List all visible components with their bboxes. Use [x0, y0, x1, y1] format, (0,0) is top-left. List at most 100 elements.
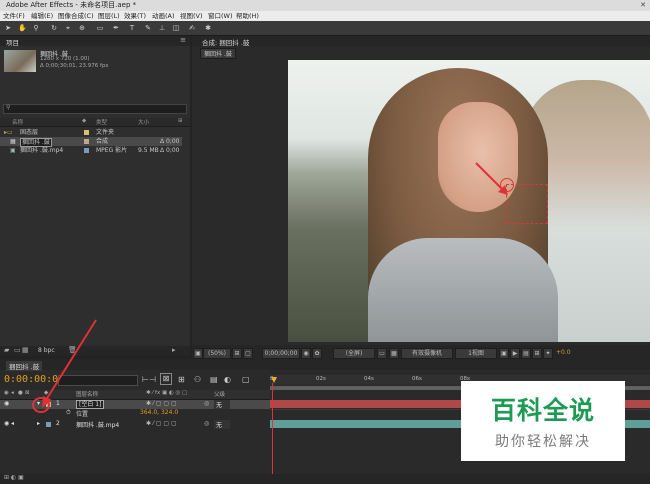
pen-tool-icon[interactable]: ✒	[112, 24, 120, 32]
timeline-icon[interactable]: ▤	[521, 348, 531, 359]
menu-edit[interactable]: 编辑(E)	[31, 11, 53, 21]
snapshot-icon[interactable]: ◉	[301, 348, 311, 359]
row-name: 固态层	[20, 129, 39, 136]
label-color	[84, 148, 89, 153]
label-icon[interactable]: ◆	[82, 118, 86, 124]
camera-dropdown[interactable]: 有效摄像机	[401, 348, 453, 359]
roto-tool-icon[interactable]: ✍	[188, 24, 196, 32]
draft-3d-icon[interactable]: ⊞	[178, 375, 185, 384]
flowchart-icon[interactable]: ⊞	[178, 118, 183, 124]
fast-preview-icon[interactable]: ▶	[510, 348, 520, 359]
project-search-input[interactable]: ⚲	[3, 104, 187, 114]
transparency-grid-icon[interactable]: ▦	[389, 348, 399, 359]
visibility-icon[interactable]: ◉	[4, 400, 9, 407]
layer-name[interactable]: 捆回抖 .鼓.mp4	[76, 420, 119, 429]
comp-viewer-image[interactable]	[288, 60, 650, 342]
audio-icon[interactable]: ◂	[11, 420, 14, 427]
selection-tool-icon[interactable]: ➤	[4, 24, 12, 32]
comp-subtab[interactable]: 捆回抖 .鼓	[200, 48, 236, 59]
composition-icon: ▦	[10, 138, 16, 145]
project-tab[interactable]: 项目	[6, 37, 19, 47]
project-row-comp[interactable]: ▦ 捆回抖 .鼓 合成 Δ 0;00	[0, 137, 182, 147]
resolution-dropdown[interactable]: (全屏)	[333, 348, 375, 359]
stamp-tool-icon[interactable]: ⊥	[158, 24, 166, 32]
project-row-folder[interactable]: ▸▭ 固态层 文件夹	[0, 128, 182, 137]
property-value[interactable]: 364.0, 324.0	[140, 409, 178, 416]
channel-icon[interactable]: ✿	[312, 348, 322, 359]
parent-pickwhip-icon[interactable]: ◎	[204, 400, 209, 407]
parent-dropdown[interactable]: 无	[214, 420, 231, 429]
exposure-value[interactable]: +0.0	[556, 349, 571, 356]
rotate-tool-icon[interactable]: ↻	[50, 24, 58, 32]
frame-blending-icon[interactable]: ▤	[210, 375, 218, 384]
text-tool-icon[interactable]: T	[128, 24, 136, 32]
menu-composition[interactable]: 图像合成(C)	[58, 11, 94, 21]
col-size[interactable]: 大小	[138, 118, 149, 126]
graph-editor-icon[interactable]: ▢	[242, 375, 250, 384]
parent-pickwhip-icon[interactable]: ◎	[204, 420, 209, 427]
menu-file[interactable]: 文件(F)	[3, 11, 25, 21]
puppet-tool-icon[interactable]: ✱	[204, 24, 212, 32]
comp-mini-flowchart-icon[interactable]: ⊢⊣	[142, 375, 156, 384]
magnification-dropdown[interactable]: (50%)	[203, 348, 231, 359]
pan-behind-tool-icon[interactable]: ⊕	[78, 24, 86, 32]
mask-tool-icon[interactable]: ▭	[96, 24, 104, 32]
comp-tab[interactable]: 合成: 捆回抖 .鼓	[202, 37, 249, 47]
watermark-box: 百科全说 助你轻松解决	[461, 381, 625, 461]
audio-column-icon: ◂	[11, 390, 14, 396]
project-panel-header: 项目 ≡	[0, 36, 190, 47]
null-layer-box[interactable]	[506, 184, 548, 224]
parent-dropdown[interactable]: 无	[214, 400, 231, 409]
toggle-pixel-aspect-icon[interactable]: ▣	[193, 348, 203, 359]
current-time-indicator[interactable]	[272, 383, 273, 484]
hand-tool-icon[interactable]: ✋	[18, 24, 27, 32]
toggle-pixel-icon[interactable]: ▣	[499, 348, 509, 359]
col-name[interactable]: 名称	[12, 118, 23, 126]
col-parent[interactable]: 父级	[214, 390, 225, 398]
new-comp-icon[interactable]: ▦	[22, 346, 29, 354]
menu-animation[interactable]: 动画(A)	[152, 11, 175, 21]
menu-window[interactable]: 窗口(W)	[208, 11, 233, 21]
title-bar: Adobe After Effects - 未命名项目.aep * ✕	[0, 0, 650, 11]
close-icon[interactable]: ✕	[640, 0, 646, 11]
comp-panel-header: 合成: 捆回抖 .鼓	[192, 36, 650, 47]
safe-zones-icon[interactable]: ⊞	[232, 348, 242, 359]
watermark-subtitle: 助你轻松解决	[495, 434, 591, 450]
zoom-tool-icon[interactable]: ⚲	[32, 24, 40, 32]
project-panel: 项目 ≡ 捆回抖 .鼓 1280 x 720 (1.00) Δ 0;00;30;…	[0, 36, 190, 356]
flowchart-view-icon[interactable]: ⊞	[532, 348, 542, 359]
project-row-footage[interactable]: ▣ 捆回抖 .鼓.mp4 MPEG 影片 9.5 MB Δ 0;00	[0, 146, 182, 155]
view-layout-dropdown[interactable]: 1视图	[455, 348, 497, 359]
camera-tool-icon[interactable]: ⌖	[64, 24, 72, 32]
visibility-icon[interactable]: ◉	[4, 420, 9, 427]
tools-toolbar: ➤ ✋ ⚲ ↻ ⌖ ⊕ ▭ ✒ T ✎ ⊥ ◫ ✍ ✱	[0, 21, 650, 36]
eraser-tool-icon[interactable]: ◫	[172, 24, 180, 32]
menu-view[interactable]: 视图(V)	[180, 11, 203, 21]
panel-menu-icon[interactable]: ≡	[180, 36, 186, 44]
menu-help[interactable]: 帮助(H)	[236, 11, 259, 21]
mask-visibility-icon[interactable]: ▢	[243, 348, 253, 359]
region-interest-icon[interactable]: ▭	[377, 348, 387, 359]
watermark-title: 百科全说	[490, 396, 595, 425]
col-type[interactable]: 类型	[96, 118, 107, 126]
new-folder-icon[interactable]: ▭	[14, 346, 21, 354]
layer-number: 2	[56, 420, 60, 427]
twirl-closed-icon[interactable]: ▸	[37, 420, 40, 427]
interpret-footage-icon[interactable]: ▰	[4, 346, 9, 354]
layer-switches[interactable]: ✱ ⁄ ▢ ▢ ▢	[146, 400, 177, 407]
search-icon: ⚲	[6, 104, 11, 111]
project-columns: 名称 ◆ 类型 大小 ⊞	[0, 118, 190, 127]
current-time-field[interactable]: 0;00;00;00	[262, 348, 300, 359]
scroll-right-icon[interactable]: ▸	[172, 346, 176, 354]
live-update-icon[interactable]: ⊠	[160, 373, 172, 385]
expand-switches-icon[interactable]: ⊞ ◐ ▣	[4, 474, 24, 481]
menu-effect[interactable]: 效果(T)	[124, 11, 146, 21]
hide-shy-icon[interactable]: ⚇	[194, 375, 201, 384]
brush-tool-icon[interactable]: ✎	[144, 24, 152, 32]
menu-layer[interactable]: 图层(L)	[98, 11, 120, 21]
layer-switches[interactable]: ✱ ⁄ ▢ ▢ ▢	[146, 420, 177, 427]
timeline-layer-row[interactable]: ◉ ◂ ▸ 2 捆回抖 .鼓.mp4 ✱ ⁄ ▢ ▢ ▢ ◎ 无	[0, 420, 270, 429]
motion-blur-icon[interactable]: ◐	[224, 375, 231, 384]
reset-exposure-icon[interactable]: ✦	[543, 348, 553, 359]
row-type: 文件夹	[96, 129, 115, 136]
